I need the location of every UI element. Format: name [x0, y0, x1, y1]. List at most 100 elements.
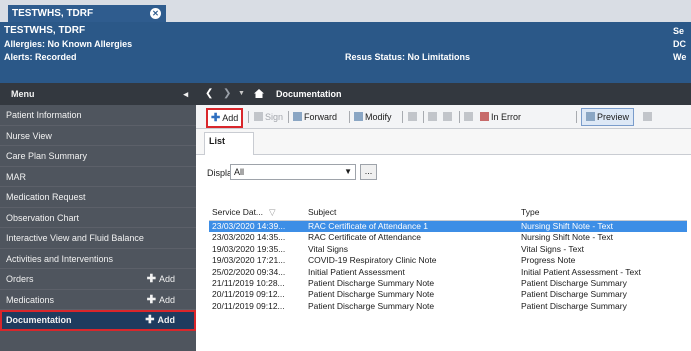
tag-button[interactable] — [643, 110, 654, 124]
chevron-down-icon[interactable]: ▼ — [238, 83, 245, 105]
tag-icon — [643, 112, 652, 121]
sign-icon — [254, 112, 263, 121]
documentation-add-button[interactable]: ✚ Add — [145, 310, 175, 331]
menu-item-label: Care Plan Summary — [6, 151, 88, 161]
menu-item-nurse-view[interactable]: Nurse View — [0, 126, 196, 146]
menu-item-orders[interactable]: Orders ✚ Add — [0, 269, 196, 290]
in-error-label: In Error — [491, 112, 522, 122]
row-type: Progress Note — [521, 255, 576, 266]
row-type: Initial Patient Assessment - Text — [521, 266, 641, 277]
row-subject: Patient Discharge Summary Note — [308, 289, 435, 300]
menu-item-observation-chart[interactable]: Observation Chart — [0, 208, 196, 228]
column-header-subject[interactable]: Subject — [308, 204, 508, 221]
menu-item-medication-request[interactable]: Medication Request — [0, 187, 196, 208]
medications-add-button[interactable]: ✚ Add — [147, 290, 175, 311]
page-title: Documentation — [276, 89, 342, 99]
plus-icon: ✚ — [211, 112, 221, 124]
separator — [459, 111, 460, 123]
add-label: Add — [157, 315, 176, 325]
list-icon — [464, 112, 473, 121]
menu-item-activities[interactable]: Activities and Interventions — [0, 249, 196, 269]
menu-item-label: Patient Information — [6, 110, 82, 120]
tab-list[interactable]: List — [204, 132, 254, 156]
menu-item-interactive-view[interactable]: Interactive View and Fluid Balance — [0, 228, 196, 249]
menu-item-medications[interactable]: Medications ✚ Add — [0, 290, 196, 311]
table-row[interactable]: 19/03/2020 19:35... Vital Signs Vital Si… — [209, 244, 687, 255]
pin-icon[interactable]: ◂ — [183, 83, 188, 105]
display-filter: Display All ▼ ... — [196, 155, 691, 193]
table-row[interactable]: 20/11/2019 09:12... Patient Discharge Su… — [209, 289, 687, 300]
in-error-icon — [480, 112, 489, 121]
menu-item-patient-information[interactable]: Patient Information — [0, 105, 196, 126]
copy-button[interactable] — [408, 110, 419, 124]
filter-more-button[interactable]: ... — [360, 164, 377, 180]
row-date: 20/11/2019 09:12... — [212, 300, 285, 311]
close-icon[interactable]: ✕ — [150, 8, 161, 19]
plus-icon: ✚ — [146, 293, 156, 306]
separator — [402, 111, 403, 123]
left-menu: Menu ◂ Patient Information Nurse View Ca… — [0, 83, 196, 351]
view-tabs: List — [196, 129, 691, 156]
table-row[interactable]: 25/02/2020 09:34... Initial Patient Asse… — [209, 267, 687, 278]
menu-item-label: Activities and Interventions — [6, 253, 114, 264]
resus-status: Resus Status: No Limitations — [345, 52, 471, 62]
menu-item-label: MAR — [6, 171, 26, 182]
patient-tab[interactable]: TESTWHS, TDRF ✕ — [8, 5, 166, 22]
sign-button[interactable]: Sign — [254, 110, 283, 124]
table-row[interactable]: 23/03/2020 14:35... RAC Certificate of A… — [209, 232, 687, 243]
orders-add-button[interactable]: ✚ Add — [147, 269, 175, 290]
chevron-down-icon: ▼ — [344, 167, 352, 176]
table-row[interactable]: 23/03/2020 14:39... RAC Certificate of A… — [209, 221, 687, 233]
forward-icon — [293, 112, 302, 121]
menu-item-care-plan-summary[interactable]: Care Plan Summary — [0, 146, 196, 167]
plus-icon: ✚ — [146, 273, 156, 285]
flag-icon — [443, 112, 452, 121]
home-icon[interactable] — [254, 89, 264, 98]
add-label: Add — [222, 113, 239, 123]
menu-item-label: Nurse View — [6, 130, 52, 141]
row-date: 23/03/2020 14:39... — [212, 221, 286, 231]
separator — [423, 111, 424, 123]
row-date: 20/11/2019 09:12... — [212, 289, 285, 300]
column-header-service-date[interactable]: Service Dat... ▽ — [212, 204, 304, 221]
allergies-label: Allergies: No Known Allergies — [4, 39, 133, 49]
flag-button[interactable] — [443, 110, 454, 124]
add-button[interactable]: ✚ Add — [206, 108, 244, 128]
menu-item-mar[interactable]: MAR — [0, 167, 196, 187]
copy-icon — [408, 112, 417, 121]
in-error-button[interactable]: In Error — [480, 110, 521, 124]
patient-tab-strip: TESTWHS, TDRF ✕ — [0, 0, 691, 22]
preview-button[interactable]: Preview — [581, 108, 635, 126]
separator — [288, 111, 289, 123]
menu-item-label: Medication Request — [6, 192, 86, 202]
table-row[interactable]: 21/11/2019 10:28... Patient Discharge Su… — [209, 278, 687, 289]
menu-item-label: Orders — [6, 274, 34, 284]
row-type: Patient Discharge Summary — [521, 289, 627, 300]
column-header-type[interactable]: Type — [521, 204, 685, 221]
preview-label: Preview — [597, 112, 630, 122]
display-select[interactable]: All ▼ — [230, 164, 356, 180]
menu-title: Menu — [11, 89, 35, 99]
row-date: 19/03/2020 17:21... — [212, 255, 286, 266]
patient-name: TESTWHS, TDRF — [4, 25, 86, 36]
separator — [248, 111, 249, 123]
modify-label: Modify — [365, 112, 392, 122]
row-type: Nursing Shift Note - Text — [521, 232, 613, 243]
forward-arrow-icon[interactable]: ❯ — [223, 83, 231, 105]
pin-button[interactable] — [428, 110, 439, 124]
modify-icon — [354, 112, 363, 121]
modify-button[interactable]: Modify — [354, 110, 392, 124]
menu-item-label: Interactive View and Fluid Balance — [6, 233, 144, 243]
row-type: Patient Discharge Summary — [521, 300, 627, 311]
table-header: Service Dat... ▽ Subject Type — [209, 204, 687, 221]
list-view-button[interactable] — [464, 110, 475, 124]
back-arrow-icon[interactable]: ❮ — [205, 83, 213, 105]
table-row[interactable]: 20/11/2019 09:12... Patient Discharge Su… — [209, 301, 687, 312]
forward-button[interactable]: Forward — [293, 110, 337, 124]
menu-item-documentation[interactable]: Documentation ✚ Add — [0, 310, 196, 331]
patient-banner: TESTWHS, TDRF Allergies: No Known Allerg… — [0, 22, 691, 83]
sort-icon: ▽ — [269, 207, 276, 217]
menu-header: Menu ◂ — [0, 83, 196, 105]
row-subject: COVID-19 Respiratory Clinic Note — [308, 255, 437, 266]
table-row[interactable]: 19/03/2020 17:21... COVID-19 Respiratory… — [209, 255, 687, 266]
